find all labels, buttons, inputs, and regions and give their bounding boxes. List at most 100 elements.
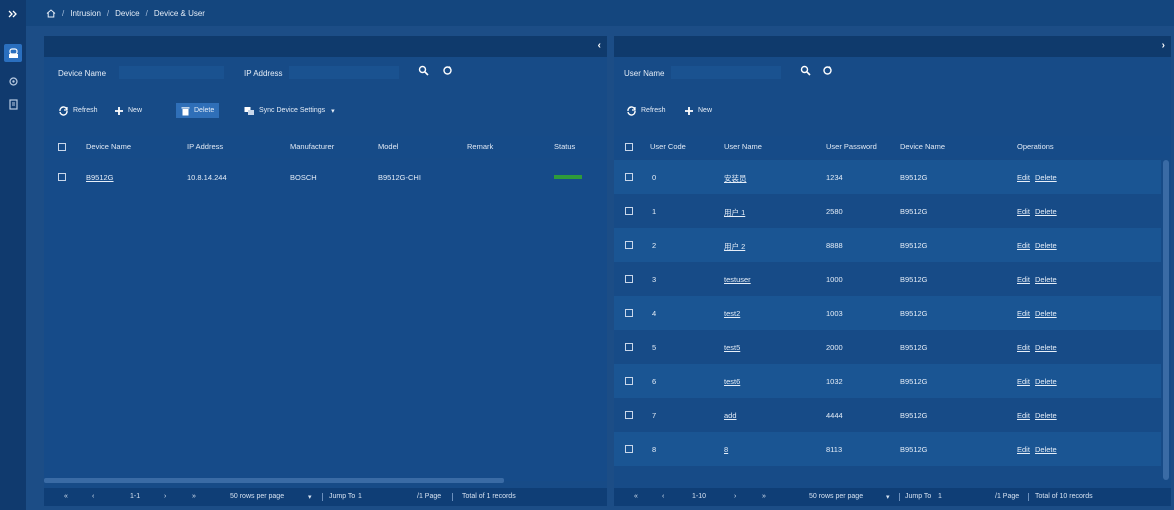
- table-row[interactable]: 6 test6 1032 B9512G Edit Delete: [614, 364, 1161, 398]
- horizontal-scrollbar[interactable]: [44, 478, 504, 483]
- delete-link[interactable]: Delete: [1035, 275, 1057, 284]
- home-icon[interactable]: [46, 8, 56, 18]
- user-name-link[interactable]: test6: [724, 377, 740, 386]
- ip-address-input[interactable]: [289, 66, 399, 79]
- delete-link[interactable]: Delete: [1035, 411, 1057, 420]
- intrusion-icon[interactable]: [4, 44, 22, 62]
- vertical-scrollbar[interactable]: [1163, 160, 1169, 480]
- rows-per-page-select[interactable]: 50 rows per page: [809, 493, 863, 500]
- rows-per-page-chevron-icon[interactable]: ▾: [886, 493, 890, 501]
- edit-link[interactable]: Edit: [1017, 343, 1030, 352]
- user-name-link[interactable]: test5: [724, 343, 740, 352]
- user-name-link[interactable]: 用户 1: [724, 207, 745, 218]
- rows-per-page-select[interactable]: 50 rows per page: [230, 493, 284, 500]
- reset-icon[interactable]: [822, 65, 834, 77]
- delete-link[interactable]: Delete: [1035, 343, 1057, 352]
- rows-per-page-chevron-icon[interactable]: ▾: [308, 493, 312, 501]
- prev-page-icon[interactable]: ‹: [92, 493, 94, 500]
- expand-icon[interactable]: [4, 5, 22, 23]
- table-row[interactable]: 0 安装员 1234 B9512G Edit Delete: [614, 160, 1161, 194]
- edit-link[interactable]: Edit: [1017, 207, 1030, 216]
- jump-to-input[interactable]: 1: [938, 493, 942, 500]
- settings-icon[interactable]: [4, 72, 22, 90]
- delete-link[interactable]: Delete: [1035, 445, 1057, 454]
- device-name-input[interactable]: [119, 66, 224, 79]
- select-all-checkbox[interactable]: [625, 143, 633, 151]
- reset-icon[interactable]: [442, 65, 454, 77]
- row-checkbox[interactable]: [625, 275, 633, 283]
- user-name-input[interactable]: [671, 66, 781, 79]
- row-checkbox[interactable]: [625, 445, 633, 453]
- row-checkbox[interactable]: [625, 411, 633, 419]
- delete-link[interactable]: Delete: [1035, 173, 1057, 182]
- search-icon[interactable]: [418, 65, 430, 77]
- table-row[interactable]: 1 用户 1 2580 B9512G Edit Delete: [614, 194, 1161, 228]
- user-name-link[interactable]: testuser: [724, 275, 751, 284]
- row-checkbox[interactable]: [58, 173, 66, 181]
- table-row[interactable]: 4 test2 1003 B9512G Edit Delete: [614, 296, 1161, 330]
- edit-link[interactable]: Edit: [1017, 173, 1030, 182]
- breadcrumb-device[interactable]: Device: [115, 9, 139, 18]
- edit-link[interactable]: Edit: [1017, 309, 1030, 318]
- next-page-icon[interactable]: ›: [164, 493, 166, 500]
- user-refresh-button[interactable]: Refresh: [626, 103, 666, 118]
- next-page-icon[interactable]: ›: [734, 493, 736, 500]
- device-new-button[interactable]: New: [114, 103, 142, 118]
- col-remark[interactable]: Remark: [467, 142, 493, 151]
- edit-link[interactable]: Edit: [1017, 275, 1030, 284]
- delete-link[interactable]: Delete: [1035, 241, 1057, 250]
- last-page-icon[interactable]: »: [192, 493, 196, 500]
- search-icon[interactable]: [800, 65, 812, 77]
- user-name-link[interactable]: 安装员: [724, 173, 747, 184]
- col-user-password[interactable]: User Password: [826, 142, 877, 151]
- user-name-link[interactable]: 8: [724, 445, 728, 454]
- table-row[interactable]: 5 test5 2000 B9512G Edit Delete: [614, 330, 1161, 364]
- device-name-link[interactable]: B9512G: [86, 173, 114, 182]
- col-ip-address[interactable]: IP Address: [187, 142, 223, 151]
- last-page-icon[interactable]: »: [762, 493, 766, 500]
- col-model[interactable]: Model: [378, 142, 398, 151]
- row-checkbox[interactable]: [625, 377, 633, 385]
- edit-link[interactable]: Edit: [1017, 377, 1030, 386]
- table-row[interactable]: 3 testuser 1000 B9512G Edit Delete: [614, 262, 1161, 296]
- jump-to-input[interactable]: 1: [358, 493, 362, 500]
- row-checkbox[interactable]: [625, 343, 633, 351]
- delete-link[interactable]: Delete: [1035, 207, 1057, 216]
- first-page-icon[interactable]: «: [64, 493, 68, 500]
- col-manufacturer[interactable]: Manufacturer: [290, 142, 334, 151]
- col-user-name[interactable]: User Name: [724, 142, 762, 151]
- col-user-code[interactable]: User Code: [650, 142, 686, 151]
- row-checkbox[interactable]: [625, 173, 633, 181]
- report-icon[interactable]: [4, 95, 22, 113]
- col-device-name[interactable]: Device Name: [86, 142, 131, 151]
- row-checkbox[interactable]: [625, 241, 633, 249]
- user-new-button[interactable]: New: [684, 103, 712, 118]
- chevron-down-icon[interactable]: ▾: [331, 107, 335, 115]
- table-row[interactable]: B9512G 10.8.14.244 BOSCH B9512G-CHI: [44, 160, 607, 194]
- breadcrumb-intrusion[interactable]: Intrusion: [70, 9, 101, 18]
- table-row[interactable]: 8 8 8113 B9512G Edit Delete: [614, 432, 1161, 466]
- user-name-link[interactable]: test2: [724, 309, 740, 318]
- expand-right-icon[interactable]: ›: [1162, 40, 1165, 51]
- col-status[interactable]: Status: [554, 142, 575, 151]
- row-checkbox[interactable]: [625, 309, 633, 317]
- delete-link[interactable]: Delete: [1035, 377, 1057, 386]
- table-row[interactable]: 2 用户 2 8888 B9512G Edit Delete: [614, 228, 1161, 262]
- delete-link[interactable]: Delete: [1035, 309, 1057, 318]
- row-checkbox[interactable]: [625, 207, 633, 215]
- first-page-icon[interactable]: «: [634, 493, 638, 500]
- edit-link[interactable]: Edit: [1017, 241, 1030, 250]
- col-device-name[interactable]: Device Name: [900, 142, 945, 151]
- user-device-name: B9512G: [900, 173, 928, 182]
- edit-link[interactable]: Edit: [1017, 445, 1030, 454]
- user-name-link[interactable]: 用户 2: [724, 241, 745, 252]
- edit-link[interactable]: Edit: [1017, 411, 1030, 420]
- prev-page-icon[interactable]: ‹: [662, 493, 664, 500]
- collapse-left-icon[interactable]: ‹: [598, 40, 601, 51]
- sync-device-settings-button[interactable]: Sync Device Settings ▾: [244, 103, 335, 118]
- select-all-checkbox[interactable]: [58, 143, 66, 151]
- user-name-link[interactable]: add: [724, 411, 737, 420]
- device-refresh-button[interactable]: Refresh: [58, 103, 98, 118]
- device-delete-button[interactable]: Delete: [176, 103, 220, 118]
- table-row[interactable]: 7 add 4444 B9512G Edit Delete: [614, 398, 1161, 432]
